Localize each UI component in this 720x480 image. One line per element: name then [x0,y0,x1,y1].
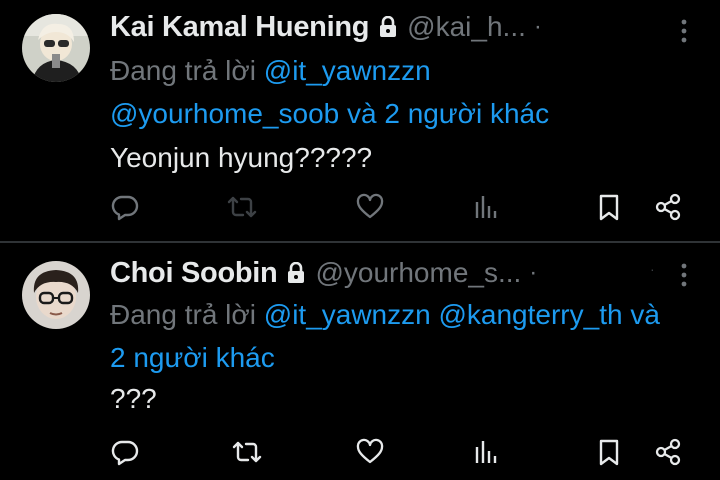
mention-link[interactable]: @it_yawnzzn [264,299,431,330]
views-icon[interactable] [470,190,504,224]
user-handle[interactable]: @kai_h... [407,11,526,43]
lock-icon [287,261,305,284]
bookmark-icon[interactable] [592,190,626,224]
share-icon[interactable] [651,435,685,469]
tweet[interactable]: Choi Soobin @yourhome_s... · · Đang trả … [0,243,720,480]
avatar-image [22,261,90,329]
lock-icon [379,15,397,38]
separator-dot: · [533,13,542,40]
display-name[interactable]: Kai Kamal Huening [110,11,369,44]
reply-connector[interactable]: và [630,299,660,330]
mention-link[interactable]: @yourhome_soob [110,98,339,129]
reply-icon[interactable] [108,190,142,224]
avatar[interactable] [22,261,90,329]
retweet-icon[interactable] [225,190,259,224]
display-name[interactable]: Choi Soobin [110,257,278,290]
tweet-header: Kai Kamal Huening @kai_h... · [110,10,542,44]
tweet-text: ??? [110,383,157,414]
avatar-image [22,14,90,82]
retweet-icon[interactable] [230,435,264,469]
bookmark-icon[interactable] [592,435,626,469]
replying-to: Đang trả lời @it_yawnzzn @yourhome_soob … [110,49,700,135]
reply-prefix: Đang trả lời [110,299,256,330]
tweet-feed: Kai Kamal Huening @kai_h... · Đang trả l… [0,0,720,480]
more-options-icon[interactable] [676,261,692,289]
reply-icon[interactable] [108,435,142,469]
avatar[interactable] [22,14,90,82]
share-icon[interactable] [651,190,685,224]
tweet[interactable]: Kai Kamal Huening @kai_h... · Đang trả l… [0,0,720,242]
reply-prefix: Đang trả lời [110,55,256,86]
others-link[interactable]: 2 người khác [110,342,275,373]
like-icon[interactable] [353,435,387,469]
action-bar [0,190,720,224]
separator-dot: · [529,259,538,286]
mention-link[interactable]: @kangterry_th [438,299,622,330]
user-handle[interactable]: @yourhome_s... [315,257,521,289]
others-link[interactable]: 2 người khác [384,98,549,129]
faint-artifact: · [650,261,655,277]
tweet-text: Yeonjun hyung????? [110,142,373,173]
mention-link[interactable]: @it_yawnzzn [264,55,431,86]
tweet-header: Choi Soobin @yourhome_s... · [110,256,537,290]
views-icon[interactable] [470,435,504,469]
reply-connector[interactable]: và [347,98,377,129]
replying-to: Đang trả lời @it_yawnzzn @kangterry_th v… [110,293,700,379]
more-options-icon[interactable] [676,17,692,45]
like-icon[interactable] [353,190,387,224]
action-bar [0,435,720,469]
